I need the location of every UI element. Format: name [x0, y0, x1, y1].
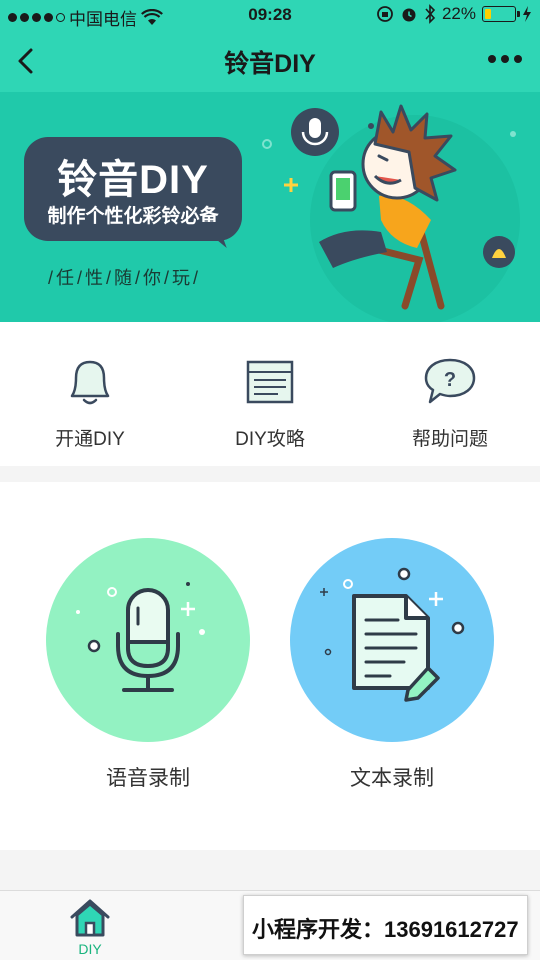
bluetooth-icon [425, 4, 436, 24]
banner-illustration [262, 104, 520, 322]
recording-options: 语音录制 文本录制 [0, 482, 540, 850]
quick-menu-open-diy[interactable]: 开通DIY [0, 322, 180, 466]
battery-icon [482, 6, 520, 22]
navigation-bar: 铃音DIY [0, 30, 540, 92]
more-menu-button[interactable] [488, 55, 522, 63]
tab-diy[interactable]: DIY [0, 891, 180, 960]
page-title: 铃音DIY [224, 50, 316, 78]
banner-slogan: /任/性/随/你/玩/ [48, 268, 202, 288]
text-record-button[interactable] [290, 538, 494, 742]
svg-text:?: ? [444, 369, 456, 391]
quick-menu-label: 开通DIY [55, 429, 125, 450]
rotation-lock-icon [377, 6, 393, 22]
guide-icon [246, 360, 294, 404]
quick-menu: 开通DIY DIY攻略 ? 帮助问题 [0, 322, 540, 466]
quick-menu-help[interactable]: ? 帮助问题 [360, 322, 540, 466]
status-bar: 中国电信 09:28 22% [0, 0, 540, 30]
quick-menu-label: DIY攻略 [235, 429, 305, 450]
tab-label: DIY [78, 941, 102, 957]
voice-record-label[interactable]: 语音录制 [46, 762, 250, 792]
contact-overlay: 小程序开发：13691612727 [243, 895, 528, 955]
document-pencil-icon [320, 567, 465, 702]
app-screen: 中国电信 09:28 22% 铃音DIY 铃音DIY 制作个性化彩铃必备 /任/… [0, 0, 540, 960]
status-right: 22% [376, 4, 532, 24]
quick-menu-label: 帮助问题 [411, 429, 488, 450]
contact-text: 小程序开发：13691612727 [252, 917, 519, 942]
text-record-label[interactable]: 文本录制 [290, 762, 494, 792]
voice-record-button[interactable] [46, 538, 250, 742]
banner-title: 铃音DIY [57, 158, 209, 202]
microphone-icon [76, 582, 205, 692]
charging-icon [523, 6, 531, 22]
bell-icon [70, 360, 110, 405]
banner[interactable]: 铃音DIY 制作个性化彩铃必备 /任/性/随/你/玩/ [0, 92, 540, 322]
help-bubble-icon: ? [424, 358, 476, 404]
alarm-icon [402, 8, 416, 22]
battery-percent: 22% [441, 4, 476, 23]
quick-menu-guide[interactable]: DIY攻略 [180, 322, 360, 466]
home-icon [70, 899, 110, 937]
